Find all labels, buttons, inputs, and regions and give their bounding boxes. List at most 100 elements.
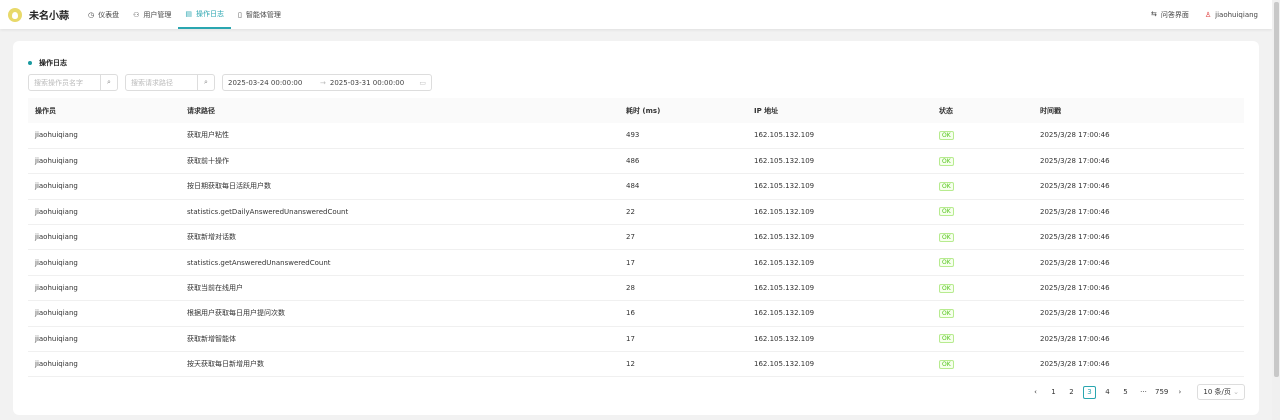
table-cell: 2025/3/28 17:00:46: [1033, 123, 1244, 149]
table-cell: 2025/3/28 17:00:46: [1033, 224, 1244, 251]
top-nav: 未名小蒜 ◷ 仪表盘 ⚇ 用户管理 ▤ 操作日志 ▯ 智能体管理 ⇆ 问答界面 ♙ jiaohui…: [0, 0, 1272, 29]
table-cell: 162.105.132.109: [747, 300, 932, 327]
nav-item-3[interactable]: ▯ 智能体管理: [231, 0, 288, 29]
column-header: 请求路径: [180, 98, 619, 123]
date-range-picker[interactable]: 2025-03-24 00:00:00 → 2025-03-31 00:00:0…: [222, 74, 432, 91]
table-cell: jiaohuiqiang: [28, 123, 180, 149]
table-cell: 162.105.132.109: [747, 148, 932, 175]
status-badge: OK: [939, 207, 954, 217]
title-dot: [28, 61, 32, 65]
page-button[interactable]: 1: [1047, 386, 1060, 399]
table-row: jiaohuiqiang 获取前十操作 486 162.105.132.109 OK 20…: [28, 148, 1244, 175]
table-cell: 27: [619, 224, 747, 251]
table-cell: 162.105.132.109: [747, 173, 932, 200]
table-cell: 2025/3/28 17:00:46: [1033, 199, 1244, 226]
table-cell: 162.105.132.109: [747, 249, 932, 276]
column-header: 时间戳: [1033, 98, 1244, 123]
table-cell: 484: [619, 173, 747, 200]
table-row: jiaohuiqiang 获取用户粘性 493 162.105.132.109 OK 20…: [28, 123, 1244, 149]
table-cell: jiaohuiqiang: [28, 300, 180, 327]
table-cell: 162.105.132.109: [747, 123, 932, 149]
table-cell: 2025/3/28 17:00:46: [1033, 275, 1244, 302]
operator-search-input[interactable]: 搜索操作员名字: [29, 78, 100, 88]
log-table: 操作员 请求路径 耗时 (ms) IP 地址 状态 时间戳 jiaohuiqiang 获取用…: [28, 98, 1244, 378]
logo: [8, 7, 22, 22]
status-badge: OK: [939, 232, 954, 242]
status-badge: OK: [939, 283, 954, 293]
column-header: IP 地址: [747, 98, 932, 123]
page-size-select[interactable]: 10 条/页 ⌄: [1197, 384, 1245, 400]
qa-link[interactable]: ⇆ 问答界面: [1151, 10, 1189, 20]
table-cell: 162.105.132.109: [747, 326, 932, 353]
page-button[interactable]: 2: [1065, 386, 1078, 399]
table-cell: 162.105.132.109: [747, 199, 932, 226]
table-row: jiaohuiqiang statistics.getAnsweredUnansw…: [28, 249, 1244, 276]
log-card: 操作日志 搜索操作员名字 ⌕ 搜索请求路径 ⌕ 2025-03-24 00:00:0…: [13, 41, 1259, 415]
nav-item-0[interactable]: ◷ 仪表盘: [81, 0, 126, 29]
search-icon[interactable]: ⌕: [100, 75, 117, 90]
table-row: jiaohuiqiang 获取新增对话数 27 162.105.132.109 OK 20…: [28, 224, 1244, 251]
next-page-button[interactable]: ›: [1173, 386, 1186, 399]
table-cell: 22: [619, 199, 747, 226]
status-badge: OK: [939, 156, 954, 166]
table-cell: 获取用户粘性: [180, 123, 619, 149]
path-search-input[interactable]: 搜索请求路径: [126, 78, 197, 88]
table-cell: 2025/3/28 17:00:46: [1033, 249, 1244, 276]
path-search[interactable]: 搜索请求路径 ⌕: [125, 74, 215, 91]
pagination: ‹ 1 2 3 4 5 ··· 759 › 10 条/页 ⌄: [1029, 384, 1245, 400]
status-badge: OK: [939, 258, 954, 268]
search-icon[interactable]: ⌕: [197, 75, 214, 90]
users-icon: ⚇: [133, 10, 140, 19]
table-row: jiaohuiqiang statistics.getDailyAnsweredU…: [28, 199, 1244, 226]
nav-item-2[interactable]: ▤ 操作日志: [178, 0, 232, 29]
table-cell: statistics.getAnsweredUnansweredCount: [180, 249, 619, 276]
user-icon: ♙: [1204, 10, 1212, 19]
table-cell: jiaohuiqiang: [28, 326, 180, 353]
column-header: 状态: [932, 98, 1033, 123]
status-badge: OK: [939, 308, 954, 318]
table-cell: 2025/3/28 17:00:46: [1033, 326, 1244, 353]
table-cell: 2025/3/28 17:00:46: [1033, 351, 1244, 378]
calendar-icon: ▭: [419, 78, 426, 87]
table-row: jiaohuiqiang 按日期获取每日活跃用户数 484 162.105.132.1…: [28, 173, 1244, 200]
prev-page-button[interactable]: ‹: [1029, 386, 1042, 399]
user-menu[interactable]: ♙ jiaohuiqiang: [1205, 11, 1258, 19]
column-header: 耗时 (ms): [619, 98, 747, 123]
page-button[interactable]: 4: [1101, 386, 1114, 399]
table-cell: 2025/3/28 17:00:46: [1033, 148, 1244, 175]
table-cell: 2025/3/28 17:00:46: [1033, 173, 1244, 200]
table-cell: jiaohuiqiang: [28, 148, 180, 175]
page-button[interactable]: 3: [1083, 385, 1097, 399]
table-cell: 按天获取每日新增用户数: [180, 351, 619, 378]
table-cell: 获取新增对话数: [180, 224, 619, 251]
page-button[interactable]: ···: [1137, 386, 1150, 399]
table-row: jiaohuiqiang 根据用户获取每日用户提问次数 16 162.105.132.…: [28, 300, 1244, 327]
table-cell: 162.105.132.109: [747, 275, 932, 302]
brand-name: 未名小蒜: [29, 11, 69, 22]
page-button[interactable]: 5: [1119, 386, 1132, 399]
nav-item-1[interactable]: ⚇ 用户管理: [126, 0, 178, 29]
table-cell: 12: [619, 351, 747, 378]
table-cell: 按日期获取每日活跃用户数: [180, 173, 619, 200]
page-button[interactable]: 759: [1155, 386, 1168, 399]
file-icon: ▤: [185, 9, 193, 18]
operator-search[interactable]: 搜索操作员名字 ⌕: [28, 74, 118, 91]
scrollbar[interactable]: [1272, 0, 1280, 420]
table-cell: 17: [619, 249, 747, 276]
swap-icon: ⇆: [1151, 9, 1157, 18]
table-cell: 获取前十操作: [180, 148, 619, 175]
table-cell: jiaohuiqiang: [28, 351, 180, 378]
table-cell: jiaohuiqiang: [28, 224, 180, 251]
scrollbar-thumb[interactable]: [1274, 2, 1279, 377]
table-row: jiaohuiqiang 获取新增智能体 17 162.105.132.109 OK 20…: [28, 326, 1244, 353]
table-cell: 根据用户获取每日用户提问次数: [180, 300, 619, 327]
table-cell: jiaohuiqiang: [28, 249, 180, 276]
table-cell: 162.105.132.109: [747, 224, 932, 251]
table-cell: statistics.getDailyAnsweredUnansweredCou…: [180, 199, 619, 226]
table-cell: 16: [619, 300, 747, 327]
status-badge: OK: [939, 359, 954, 369]
table-cell: 获取新增智能体: [180, 326, 619, 353]
table-cell: 493: [619, 123, 747, 149]
table-cell: jiaohuiqiang: [28, 173, 180, 200]
table-cell: 获取当前在线用户: [180, 275, 619, 302]
